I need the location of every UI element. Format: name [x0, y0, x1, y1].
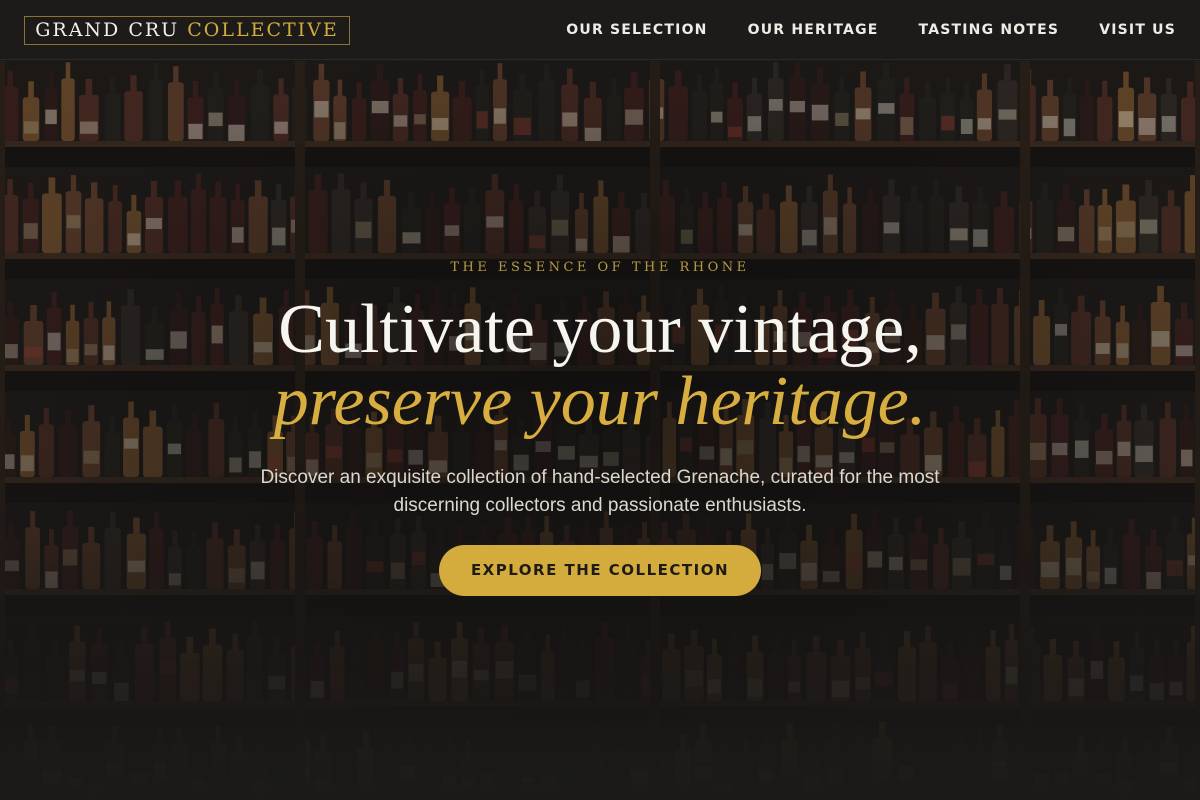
nav-link-tasting-notes[interactable]: TASTING NOTES: [919, 22, 1060, 38]
site-header: GRAND CRU COLLECTIVE OUR SELECTION OUR H…: [0, 0, 1200, 60]
hero-title-line1: Cultivate your vintage,: [278, 291, 922, 368]
explore-collection-button[interactable]: EXPLORE THE COLLECTION: [439, 545, 761, 596]
brand-logo[interactable]: GRAND CRU COLLECTIVE: [24, 16, 350, 45]
hero-subtitle: Discover an exquisite collection of hand…: [260, 467, 940, 516]
main-nav: OUR SELECTION OUR HERITAGE TASTING NOTES…: [566, 0, 1176, 60]
hero-section: THE ESSENCE OF THE RHONE Cultivate your …: [0, 61, 1200, 800]
logo-text-collective: COLLECTIVE: [187, 19, 339, 41]
hero-content: THE ESSENCE OF THE RHONE Cultivate your …: [0, 61, 1200, 800]
nav-link-our-heritage[interactable]: OUR HERITAGE: [748, 22, 879, 38]
nav-link-visit-us[interactable]: VISIT US: [1099, 22, 1176, 38]
nav-link-our-selection[interactable]: OUR SELECTION: [566, 22, 707, 38]
hero-title-line2: preserve your heritage.: [273, 363, 927, 440]
hero-eyebrow: THE ESSENCE OF THE RHONE: [450, 260, 750, 275]
logo-text-grand-cru: GRAND CRU: [35, 19, 180, 41]
